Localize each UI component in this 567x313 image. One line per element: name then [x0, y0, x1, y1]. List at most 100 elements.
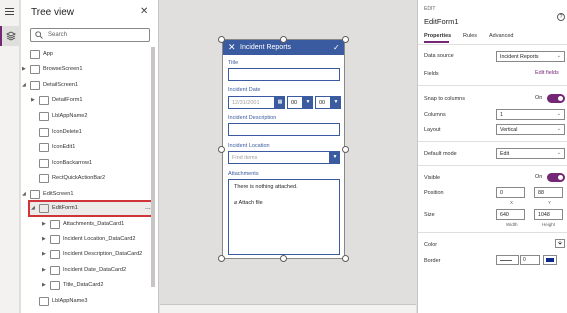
tree-item-detailscreen1[interactable]: ◢ DetailScreen1 — [21, 79, 159, 93]
tree-item-detailform1[interactable]: ▶ DetailForm1 — [21, 94, 159, 108]
resize-handle[interactable] — [342, 255, 349, 262]
active-tab-indicator — [424, 41, 449, 43]
tree-item-incident-location-datacard2[interactable]: ▶ Incident Location_DataCard2 — [21, 233, 159, 247]
chevron-down-icon: ⌄ — [556, 150, 561, 156]
datacard-icon — [50, 266, 60, 275]
tree-item-iconbackarrow1[interactable]: IconBackarrow1 — [21, 157, 159, 171]
help-icon[interactable]: ? — [557, 13, 565, 21]
chevron-down-icon: ⌄ — [556, 111, 561, 117]
tree-item-label: Title_DataCard2 — [63, 282, 104, 288]
title-field[interactable] — [228, 68, 340, 81]
tree-item-incident-date-datacard2[interactable]: ▶ Incident Date_DataCard2 — [21, 264, 159, 278]
location-combobox[interactable]: Find items — [228, 151, 330, 164]
width-input[interactable]: 640 — [496, 209, 525, 220]
label-icon — [39, 297, 49, 306]
resize-handle[interactable] — [218, 146, 225, 153]
minute-dropdown[interactable]: 00 — [315, 96, 331, 109]
control-kind: EDIT — [424, 6, 436, 12]
chevron-right-icon: ▶ — [42, 267, 46, 273]
tree-item-label: LblAppName2 — [52, 113, 88, 119]
tree-item-app[interactable]: App — [21, 48, 159, 62]
paint-bucket-icon[interactable]: ⬙ — [555, 239, 565, 248]
datacard-icon — [50, 250, 60, 259]
close-icon[interactable]: ✕ — [228, 42, 236, 53]
chevron-down-icon[interactable]: ▼ — [303, 96, 313, 109]
description-field[interactable] — [228, 123, 340, 136]
datacard-icon — [50, 235, 60, 244]
tree-item-label: RectQuickActionBar2 — [52, 175, 106, 181]
hour-dropdown[interactable]: 00 — [287, 96, 303, 109]
resize-handle[interactable] — [280, 36, 287, 43]
chevron-down-icon[interactable]: ▼ — [331, 96, 341, 109]
border-style-dropdown[interactable] — [496, 255, 519, 265]
tree-item-lblappname2[interactable]: LblAppName2 — [21, 110, 159, 124]
label-icon — [39, 112, 49, 121]
resize-handle[interactable] — [342, 146, 349, 153]
tab-properties[interactable]: Properties — [424, 33, 451, 39]
tree-item-icondelete1[interactable]: IconDelete1 — [21, 126, 159, 140]
search-input[interactable]: Search — [30, 28, 150, 42]
border-label: Border — [424, 258, 441, 264]
location-label: Incident Location — [228, 143, 270, 149]
divider — [418, 165, 567, 166]
tree-item-iconedit1[interactable]: IconEdit1 — [21, 141, 159, 155]
attachments-box[interactable]: There is nothing attached. ⌀ Attach file — [228, 179, 340, 255]
tree-item-title-datacard2[interactable]: ▶ Title_DataCard2 — [21, 279, 159, 293]
layout-dropdown[interactable]: Vertical ⌄ — [496, 124, 565, 135]
tab-advanced[interactable]: Advanced — [489, 33, 513, 39]
position-label: Position — [424, 190, 444, 196]
edit-form-preview[interactable]: ✕ Incident Reports ✓ Title Incident Date… — [222, 39, 345, 259]
date-label: Incident Date — [228, 87, 261, 93]
more-options-icon[interactable]: ... — [145, 204, 151, 211]
snap-to-columns-toggle[interactable] — [547, 94, 565, 103]
tree-view-panel: Tree view ✕ Search App ▶ BrowseScreen1 ◢… — [21, 0, 159, 313]
columns-dropdown[interactable]: 1 ⌄ — [496, 109, 565, 120]
chevron-right-icon: ▶ — [42, 251, 46, 257]
data-source-dropdown[interactable]: Incident Reports ⌄ — [496, 51, 565, 62]
chevron-down-icon[interactable]: ▼ — [330, 151, 340, 164]
chevron-down-icon: ⌄ — [556, 53, 561, 59]
height-input[interactable]: 1048 — [534, 209, 563, 220]
default-mode-label: Default mode — [424, 151, 457, 157]
height-value: 1048 — [538, 212, 550, 218]
tree-item-browsescreen1[interactable]: ▶ BrowseScreen1 — [21, 63, 159, 77]
tree-item-incident-description-datacard2[interactable]: ▶ Incident Description_DataCard2 — [21, 248, 159, 262]
tree-item-editform1[interactable]: ◢ EditForm1 — [21, 202, 159, 216]
tree-view-toggle[interactable] — [0, 26, 20, 46]
tree-item-label: EditScreen1 — [43, 191, 74, 197]
visible-toggle[interactable] — [547, 173, 565, 182]
edit-fields-link[interactable]: Edit fields — [535, 70, 559, 76]
default-mode-dropdown[interactable]: Edit ⌄ — [496, 148, 565, 159]
date-field[interactable]: 12/31/2001 — [228, 96, 275, 109]
tree-scrollbar[interactable] — [151, 47, 155, 287]
datacard-icon — [50, 281, 60, 290]
attach-file-link[interactable]: ⌀ Attach file — [234, 200, 263, 206]
title-label: Title — [228, 60, 239, 66]
resize-handle[interactable] — [218, 255, 225, 262]
position-x-value: 0 — [500, 190, 503, 196]
checkmark-icon[interactable]: ✓ — [333, 43, 340, 52]
icon-control-icon — [39, 128, 49, 137]
height-caption: Height — [542, 222, 556, 227]
hamburger-menu-icon[interactable] — [5, 8, 14, 15]
tree-item-rectquickactionbar2[interactable]: RectQuickActionBar2 — [21, 172, 159, 186]
border-color-picker[interactable] — [543, 255, 557, 265]
resize-handle[interactable] — [218, 36, 225, 43]
border-width-input[interactable]: 0 — [520, 255, 540, 265]
tree-item-lblappname3[interactable]: LblAppName3 — [21, 295, 159, 309]
layout-value: Vertical — [500, 127, 518, 133]
calendar-icon[interactable]: ▦ — [275, 96, 285, 109]
position-x-input[interactable]: 0 — [496, 187, 525, 198]
tab-rules[interactable]: Rules — [463, 33, 477, 39]
chevron-down-icon: ◢ — [31, 205, 35, 211]
divider — [418, 85, 567, 86]
resize-handle[interactable] — [280, 255, 287, 262]
tree-item-label: DetailScreen1 — [43, 82, 79, 88]
position-y-input[interactable]: 88 — [534, 187, 563, 198]
control-name: EditForm1 — [424, 17, 459, 26]
close-icon[interactable]: ✕ — [140, 6, 148, 17]
tree-item-attachments-datacard1[interactable]: ▶ Attachments_DataCard1 — [21, 218, 159, 232]
chevron-right-icon: ▶ — [42, 282, 46, 288]
resize-handle[interactable] — [342, 36, 349, 43]
location-placeholder: Find items — [232, 155, 258, 161]
